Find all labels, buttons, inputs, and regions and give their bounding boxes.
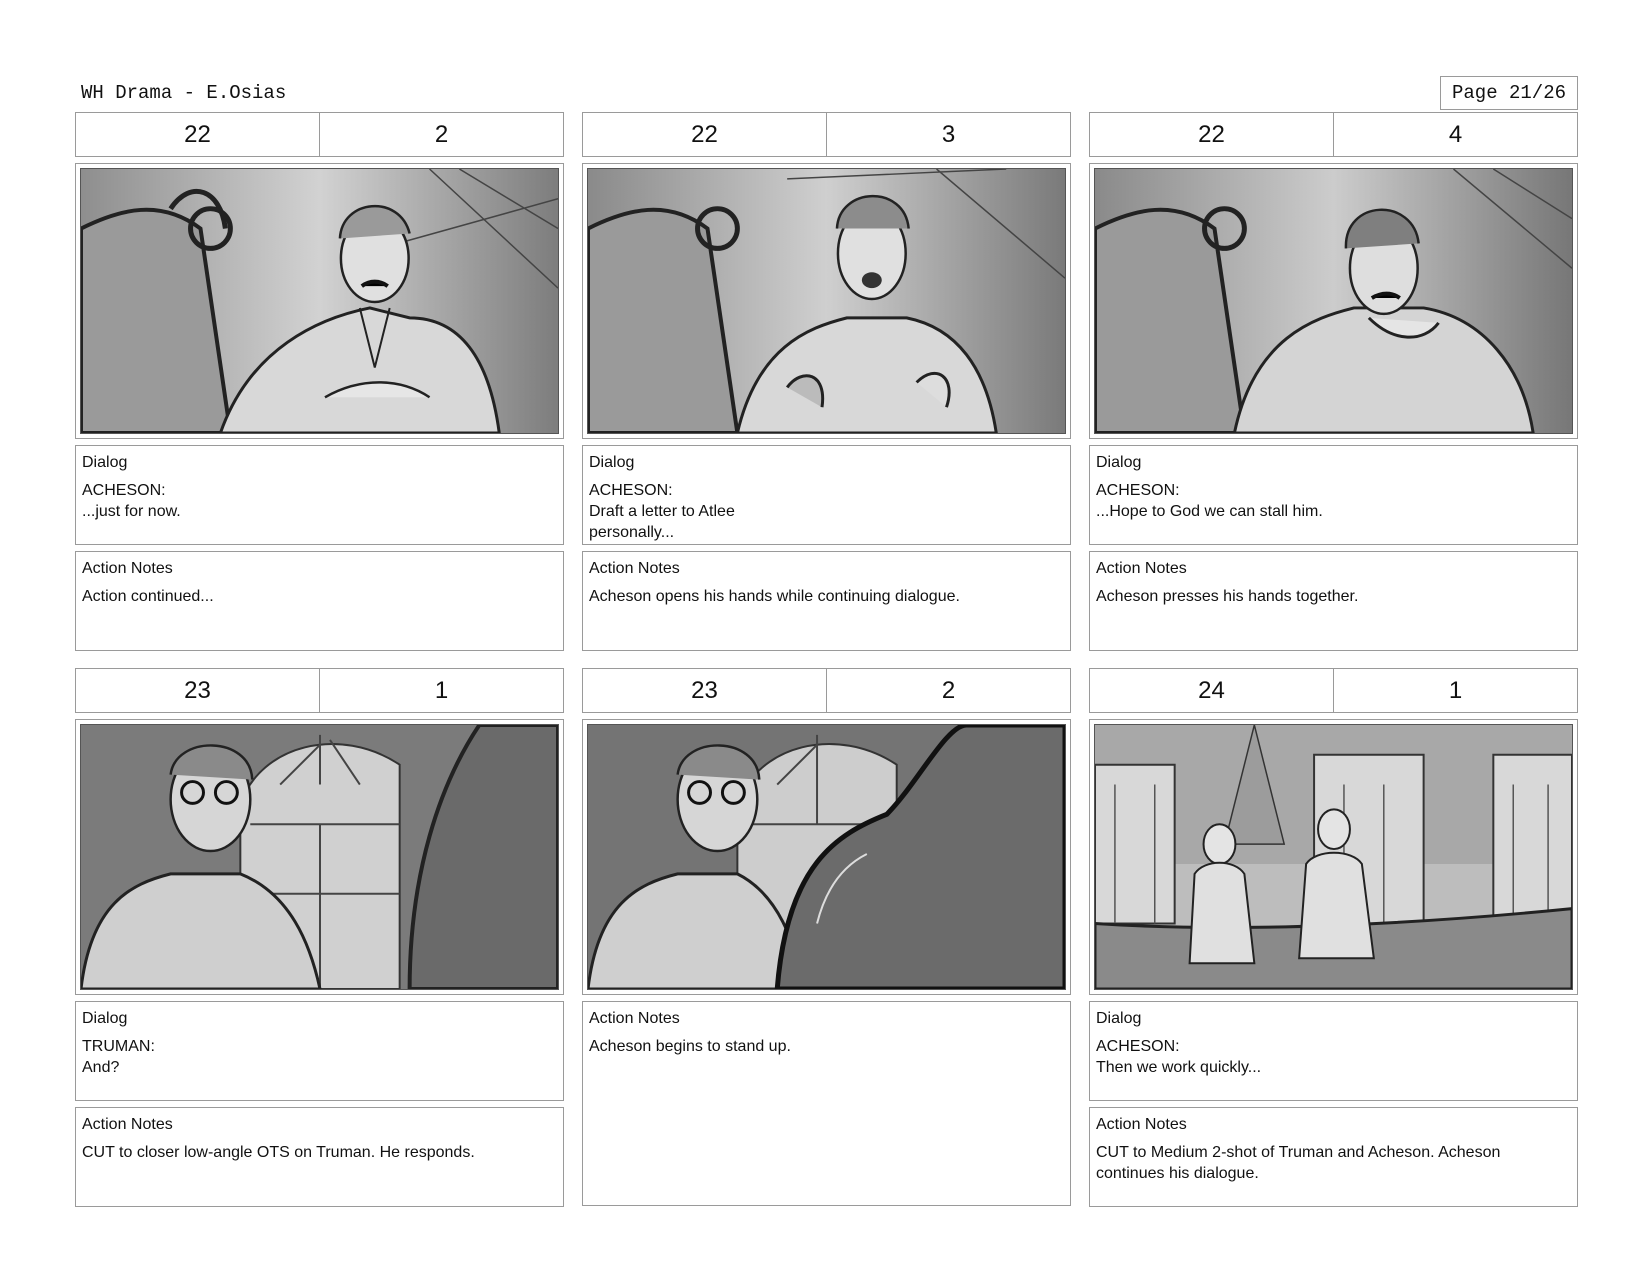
action-notes-heading: Action Notes	[82, 1116, 173, 1133]
shot-number: 1	[434, 676, 449, 704]
action-notes-text: Acheson presses his hands together.	[1096, 588, 1359, 605]
action-notes-heading: Action Notes	[82, 560, 173, 577]
action-notes-box: Action Notes Acheson presses his hands t…	[1089, 551, 1578, 651]
dialog-heading: Dialog	[1096, 1010, 1142, 1027]
dialog-text: ACHESON: ...just for now.	[82, 482, 181, 520]
scene-number: 22	[76, 113, 320, 156]
action-notes-box: Action Notes Action continued...	[75, 551, 564, 651]
action-notes-text: CUT to closer low-angle OTS on Truman. H…	[82, 1144, 475, 1161]
sketch-image	[587, 168, 1066, 434]
panel-number-bar: 23 1	[75, 668, 564, 713]
sketch-image	[80, 724, 559, 990]
action-notes-text: CUT to Medium 2-shot of Truman and Aches…	[1096, 1144, 1501, 1182]
document-title: WH Drama - E.Osias	[81, 82, 287, 104]
scene-number: 22	[583, 113, 827, 156]
dialog-text: ACHESON: Then we work quickly...	[1096, 1038, 1262, 1076]
action-notes-box: Action Notes CUT to Medium 2-shot of Tru…	[1089, 1107, 1578, 1207]
scene-number: 23	[76, 669, 320, 712]
dialog-box: Dialog ACHESON: Draft a letter to Atlee …	[582, 445, 1071, 545]
shot-number: 4	[1448, 120, 1463, 148]
storyboard-frame	[75, 163, 564, 439]
dialog-heading: Dialog	[82, 1010, 128, 1027]
action-notes-heading: Action Notes	[1096, 1116, 1187, 1133]
storyboard-frame	[582, 719, 1071, 995]
shot-number: 2	[941, 676, 956, 704]
storyboard-frame	[1089, 719, 1578, 995]
action-notes-box: Action Notes Acheson begins to stand up.	[582, 1001, 1071, 1206]
dialog-text: ACHESON: Draft a letter to Atlee persona…	[589, 482, 735, 541]
action-notes-text: Acheson opens his hands while continuing…	[589, 588, 960, 605]
dialog-text: ACHESON: ...Hope to God we can stall him…	[1096, 482, 1323, 520]
shot-number: 2	[434, 120, 449, 148]
dialog-box: Dialog ACHESON: ...just for now.	[75, 445, 564, 545]
action-notes-box: Action Notes CUT to closer low-angle OTS…	[75, 1107, 564, 1207]
action-notes-text: Acheson begins to stand up.	[589, 1038, 791, 1055]
dialog-heading: Dialog	[589, 454, 635, 471]
sketch-image	[80, 168, 559, 434]
action-notes-text: Action continued...	[82, 588, 214, 605]
dialog-heading: Dialog	[82, 454, 128, 471]
sketch-image	[1094, 168, 1573, 434]
action-notes-heading: Action Notes	[1096, 560, 1187, 577]
dialog-text: TRUMAN: And?	[82, 1038, 155, 1076]
sketch-image	[587, 724, 1066, 990]
storyboard-frame	[75, 719, 564, 995]
storyboard-frame	[582, 163, 1071, 439]
dialog-box: Dialog ACHESON: Then we work quickly...	[1089, 1001, 1578, 1101]
action-notes-heading: Action Notes	[589, 1010, 680, 1027]
page-number: Page 21/26	[1440, 76, 1578, 110]
scene-number: 22	[1090, 113, 1334, 156]
dialog-box: Dialog ACHESON: ...Hope to God we can st…	[1089, 445, 1578, 545]
panel-number-bar: 22 3	[582, 112, 1071, 157]
action-notes-box: Action Notes Acheson opens his hands whi…	[582, 551, 1071, 651]
dialog-box: Dialog TRUMAN: And?	[75, 1001, 564, 1101]
sketch-image	[1094, 724, 1573, 990]
shot-number: 3	[941, 120, 956, 148]
panel-number-bar: 23 2	[582, 668, 1071, 713]
dialog-heading: Dialog	[1096, 454, 1142, 471]
scene-number: 23	[583, 669, 827, 712]
scene-number: 24	[1090, 669, 1334, 712]
panel-number-bar: 22 2	[75, 112, 564, 157]
action-notes-heading: Action Notes	[589, 560, 680, 577]
panel-number-bar: 22 4	[1089, 112, 1578, 157]
storyboard-frame	[1089, 163, 1578, 439]
panel-number-bar: 24 1	[1089, 668, 1578, 713]
shot-number: 1	[1448, 676, 1463, 704]
